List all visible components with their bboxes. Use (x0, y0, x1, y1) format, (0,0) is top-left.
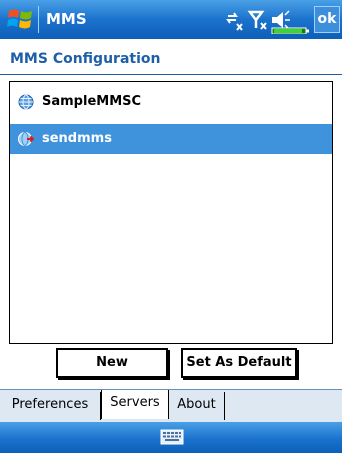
list-item-sendmms[interactable]: sendmms (10, 124, 332, 154)
new-button[interactable]: New (56, 348, 168, 378)
tab-about[interactable]: About (169, 392, 225, 420)
keyboard-icon[interactable] (160, 428, 184, 446)
title-separator (38, 6, 39, 33)
signal-icon[interactable] (247, 10, 267, 30)
speaker-icon[interactable] (272, 10, 290, 30)
list-item-label: SampleMMSC (42, 94, 142, 109)
list-item-samplemmsc[interactable]: SampleMMSC (10, 87, 332, 117)
list-item-label: sendmms (42, 131, 112, 146)
status-icons (226, 10, 309, 34)
tab-bar: Preferences Servers About (0, 389, 342, 422)
connectivity-icon[interactable] (226, 12, 243, 31)
title-bar: MMS ok (0, 0, 342, 39)
windows-start-icon[interactable] (6, 5, 34, 33)
globe-active-icon (18, 132, 34, 146)
set-as-default-button[interactable]: Set As Default (181, 348, 297, 378)
server-list[interactable]: SampleMMSC sendmms (9, 81, 333, 344)
page-title: MMS Configuration (10, 51, 161, 67)
ok-button[interactable]: ok (314, 6, 340, 33)
battery-icon[interactable] (271, 27, 309, 34)
globe-icon (18, 94, 34, 110)
softkey-bar (0, 422, 342, 453)
app-title: MMS (46, 10, 87, 28)
page-header: MMS Configuration (0, 39, 342, 75)
tab-servers[interactable]: Servers (101, 390, 169, 419)
tab-preferences[interactable]: Preferences (0, 392, 101, 420)
